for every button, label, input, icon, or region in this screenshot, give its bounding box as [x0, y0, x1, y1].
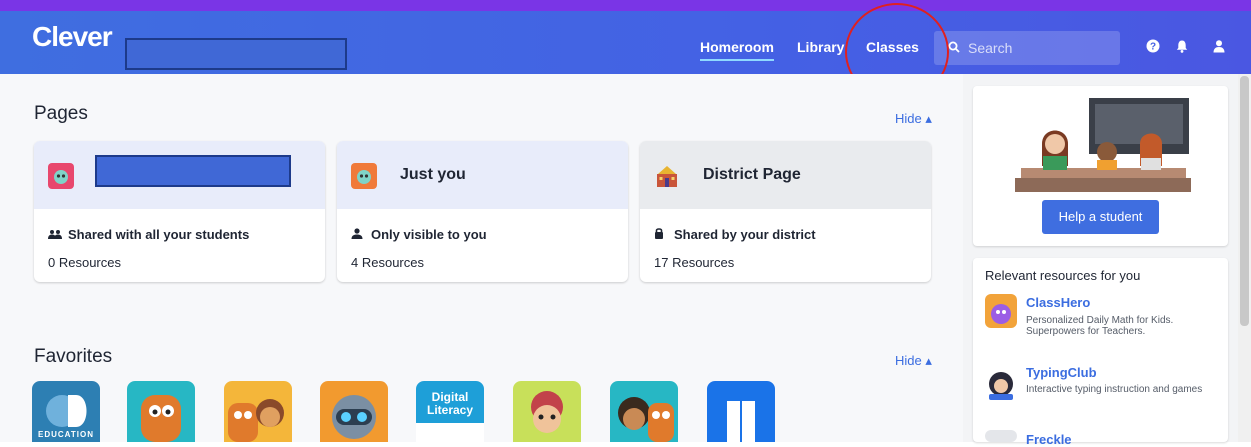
bell-icon[interactable] — [1175, 39, 1189, 53]
app-character-girl[interactable] — [513, 381, 581, 442]
relevant-resources-title: Relevant resources for you — [985, 268, 1141, 283]
typingclub-icon[interactable] — [985, 368, 1017, 402]
brainpop-robot-icon — [141, 395, 181, 442]
page-card-class[interactable]: Shared with all your students 0 Resource… — [34, 141, 325, 282]
card-header — [34, 141, 325, 209]
lock-icon — [654, 227, 668, 242]
brainpop-pair-icon — [618, 397, 674, 442]
favorites-hide-link[interactable]: Hide ▴ — [895, 353, 932, 369]
book-icon — [727, 401, 755, 442]
classhero-description: Personalized Daily Math for Kids. Superp… — [1026, 315, 1174, 337]
search-placeholder: Search — [968, 40, 1013, 56]
brainpop-characters-icon — [228, 399, 284, 442]
scrollbar-thumb[interactable] — [1240, 76, 1249, 326]
district-building-icon — [654, 163, 680, 189]
app-brainpop-jr[interactable] — [127, 381, 195, 442]
app-label: EDUCATION — [38, 430, 94, 439]
help-icon[interactable]: ? — [1146, 39, 1160, 53]
sharing-label: Shared with all your students — [68, 227, 250, 242]
top-accent-strip — [0, 0, 1251, 11]
moby-robot-icon — [332, 395, 376, 439]
personal-avatar-icon — [351, 163, 377, 189]
pages-hide-link[interactable]: Hide ▴ — [895, 111, 932, 127]
girl-character-icon — [531, 391, 563, 433]
sharing-label: Shared by your district — [674, 227, 816, 242]
card-header: District Page — [640, 141, 931, 209]
pages-title: Pages — [34, 103, 88, 124]
page-card-district[interactable]: District Page Shared by your district 17… — [640, 141, 931, 282]
resource-count: 4 Resources — [351, 255, 424, 270]
svg-text:?: ? — [1150, 42, 1156, 53]
resource-count: 0 Resources — [48, 255, 121, 270]
freckle-link[interactable]: Freckle — [1026, 432, 1072, 447]
app-brainpop-ell[interactable] — [224, 381, 292, 442]
sharing-status: Shared by your district — [654, 227, 816, 242]
resource-count: 17 Resources — [654, 255, 735, 270]
classhero-link[interactable]: ClassHero — [1026, 295, 1090, 310]
page-card-just-you[interactable]: Just you Only visible to you 4 Resources — [337, 141, 628, 282]
nav-homeroom[interactable]: Homeroom — [700, 39, 774, 61]
card-title: Just you — [400, 166, 466, 183]
person-icon — [351, 227, 365, 242]
app-label-band — [416, 423, 484, 442]
app-label: Digital Literacy — [426, 390, 474, 417]
clever-logo[interactable]: Clever — [32, 21, 113, 53]
class-avatar-icon — [48, 163, 74, 189]
typingclub-description: Interactive typing instruction and games — [1026, 384, 1203, 395]
app-digital-literacy[interactable]: Digital Literacy — [416, 381, 484, 442]
redacted-class-name — [95, 155, 291, 187]
nav-library[interactable]: Library — [797, 39, 844, 55]
sharing-status: Only visible to you — [351, 227, 487, 242]
app-book-reader[interactable] — [707, 381, 775, 442]
card-header: Just you — [337, 141, 628, 209]
redacted-school-name — [125, 38, 347, 70]
classroom-illustration — [1015, 98, 1191, 192]
user-icon[interactable] — [1212, 39, 1226, 53]
freckle-icon[interactable] — [985, 430, 1017, 442]
relevant-resources-panel — [973, 258, 1228, 442]
card-title: District Page — [703, 166, 801, 183]
app-brainpop-characters[interactable] — [610, 381, 678, 442]
typingclub-link[interactable]: TypingClub — [1026, 365, 1097, 380]
app-discovery-education[interactable]: EDUCATION — [32, 381, 100, 442]
help-a-student-button[interactable]: Help a student — [1042, 200, 1159, 234]
search-icon — [948, 41, 960, 53]
sharing-status: Shared with all your students — [48, 227, 249, 242]
app-brainpop[interactable] — [320, 381, 388, 442]
sharing-label: Only visible to you — [371, 227, 487, 242]
top-navigation-bar: Clever Homeroom Library Classes Search ? — [0, 11, 1251, 74]
classhero-icon[interactable] — [985, 294, 1017, 328]
students-icon — [48, 227, 62, 242]
favorites-title: Favorites — [34, 346, 113, 367]
search-input[interactable]: Search — [934, 31, 1120, 65]
